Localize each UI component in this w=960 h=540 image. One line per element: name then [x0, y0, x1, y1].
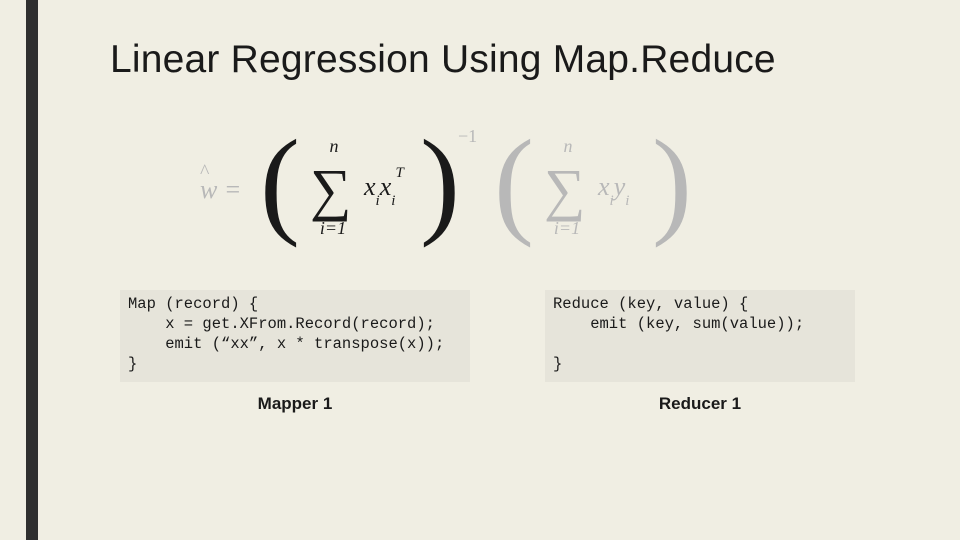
- reducer-line2: emit (key, sum(value));: [553, 315, 804, 333]
- mapper-line1: Map (record) {: [128, 295, 258, 313]
- term-1: xixiT: [364, 172, 404, 206]
- lparen-2: (: [494, 122, 534, 242]
- mapper-caption: Mapper 1: [120, 394, 470, 414]
- sum-block-1: ( n ∑ i=1 xixiT ) −1: [260, 120, 470, 260]
- sigma-1: ∑: [310, 156, 351, 223]
- sigma-2: ∑: [544, 156, 585, 223]
- reducer-line1: Reduce (key, value) {: [553, 295, 748, 313]
- reducer-line4: }: [553, 355, 562, 373]
- mapper-code-box: Map (record) { x = get.XFrom.Record(reco…: [120, 290, 470, 382]
- lhs-eq: =: [217, 175, 241, 204]
- lparen-1: (: [260, 122, 300, 242]
- sum-block-2: ( n ∑ i=1 xiyi ): [494, 120, 694, 260]
- sigma1-lower: i=1: [308, 218, 358, 239]
- mapper-line2: x = get.XFrom.Record(record);: [128, 315, 435, 333]
- mapper-line4: }: [128, 355, 137, 373]
- sigma1-upper: n: [314, 136, 354, 157]
- mapper-line3: emit (“xx”, x * transpose(x));: [128, 335, 444, 353]
- rparen-2: ): [652, 122, 692, 242]
- inverse-exponent: −1: [458, 126, 477, 147]
- sigma2-lower: i=1: [542, 218, 592, 239]
- regression-formula: ^ w = ( n ∑ i=1 xixiT ) −1 ( n ∑ i=1 xiy…: [200, 120, 760, 260]
- reducer-code-box: Reduce (key, value) { emit (key, sum(val…: [545, 290, 855, 382]
- slide-title: Linear Regression Using Map.Reduce: [110, 38, 776, 82]
- term-2: xiyi: [598, 172, 629, 206]
- slide-accent-bar: [26, 0, 38, 540]
- formula-lhs: ^ w =: [200, 175, 241, 205]
- reducer-caption: Reducer 1: [545, 394, 855, 414]
- rparen-1: ): [420, 122, 460, 242]
- hat-accent: ^: [200, 161, 209, 184]
- sigma2-upper: n: [548, 136, 588, 157]
